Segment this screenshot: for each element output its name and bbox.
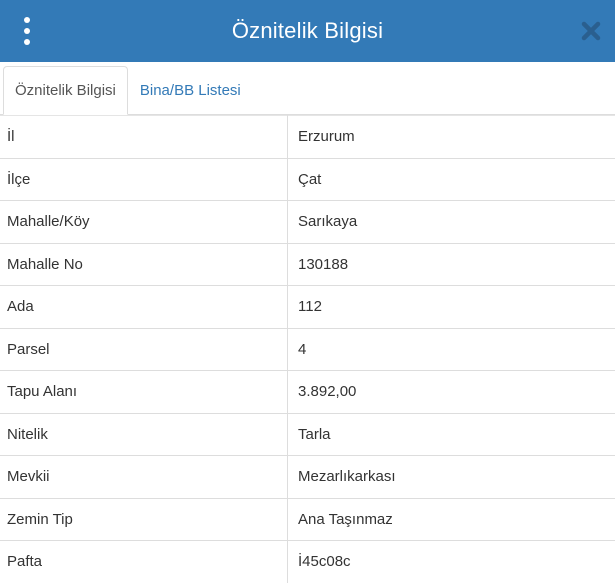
attribute-key: Nitelik bbox=[0, 413, 288, 456]
kebab-menu-icon[interactable] bbox=[18, 17, 36, 45]
dialog-header: Öznitelik Bilgisi bbox=[0, 0, 615, 62]
attribute-value: 112 bbox=[288, 286, 615, 329]
attribute-key: Parsel bbox=[0, 328, 288, 371]
table-row: Pafta İ45c08c bbox=[0, 541, 615, 583]
table-row: Ada 112 bbox=[0, 286, 615, 329]
attribute-value: 4 bbox=[288, 328, 615, 371]
attribute-table: İl Erzurum İlçe Çat Mahalle/Köy Sarıkaya… bbox=[0, 115, 615, 583]
attribute-key: Zemin Tip bbox=[0, 498, 288, 541]
attribute-value: Tarla bbox=[288, 413, 615, 456]
table-row: Zemin Tip Ana Taşınmaz bbox=[0, 498, 615, 541]
attribute-key: Pafta bbox=[0, 541, 288, 583]
attribute-value: Ana Taşınmaz bbox=[288, 498, 615, 541]
table-row: Tapu Alanı 3.892,00 bbox=[0, 371, 615, 414]
attribute-value: Sarıkaya bbox=[288, 201, 615, 244]
table-row: Parsel 4 bbox=[0, 328, 615, 371]
attribute-value: Mezarlıkarkası bbox=[288, 456, 615, 499]
tab-oznitelik-bilgisi[interactable]: Öznitelik Bilgisi bbox=[3, 66, 128, 115]
attribute-value: 3.892,00 bbox=[288, 371, 615, 414]
dialog-title: Öznitelik Bilgisi bbox=[232, 18, 383, 44]
attribute-key: İlçe bbox=[0, 158, 288, 201]
attribute-key: İl bbox=[0, 116, 288, 159]
tab-bar: Öznitelik Bilgisi Bina/BB Listesi bbox=[0, 62, 615, 115]
attribute-key: Tapu Alanı bbox=[0, 371, 288, 414]
tab-bina-bb-listesi[interactable]: Bina/BB Listesi bbox=[128, 66, 253, 115]
table-row: İlçe Çat bbox=[0, 158, 615, 201]
attribute-value: Erzurum bbox=[288, 116, 615, 159]
attribute-value: İ45c08c bbox=[288, 541, 615, 583]
table-row: Nitelik Tarla bbox=[0, 413, 615, 456]
table-row: Mahalle No 130188 bbox=[0, 243, 615, 286]
attribute-value: 130188 bbox=[288, 243, 615, 286]
table-row: İl Erzurum bbox=[0, 116, 615, 159]
table-row: Mahalle/Köy Sarıkaya bbox=[0, 201, 615, 244]
attribute-value: Çat bbox=[288, 158, 615, 201]
close-icon[interactable] bbox=[579, 19, 603, 43]
attribute-key: Mevkii bbox=[0, 456, 288, 499]
table-row: Mevkii Mezarlıkarkası bbox=[0, 456, 615, 499]
attribute-key: Mahalle/Köy bbox=[0, 201, 288, 244]
attribute-key: Ada bbox=[0, 286, 288, 329]
attribute-key: Mahalle No bbox=[0, 243, 288, 286]
